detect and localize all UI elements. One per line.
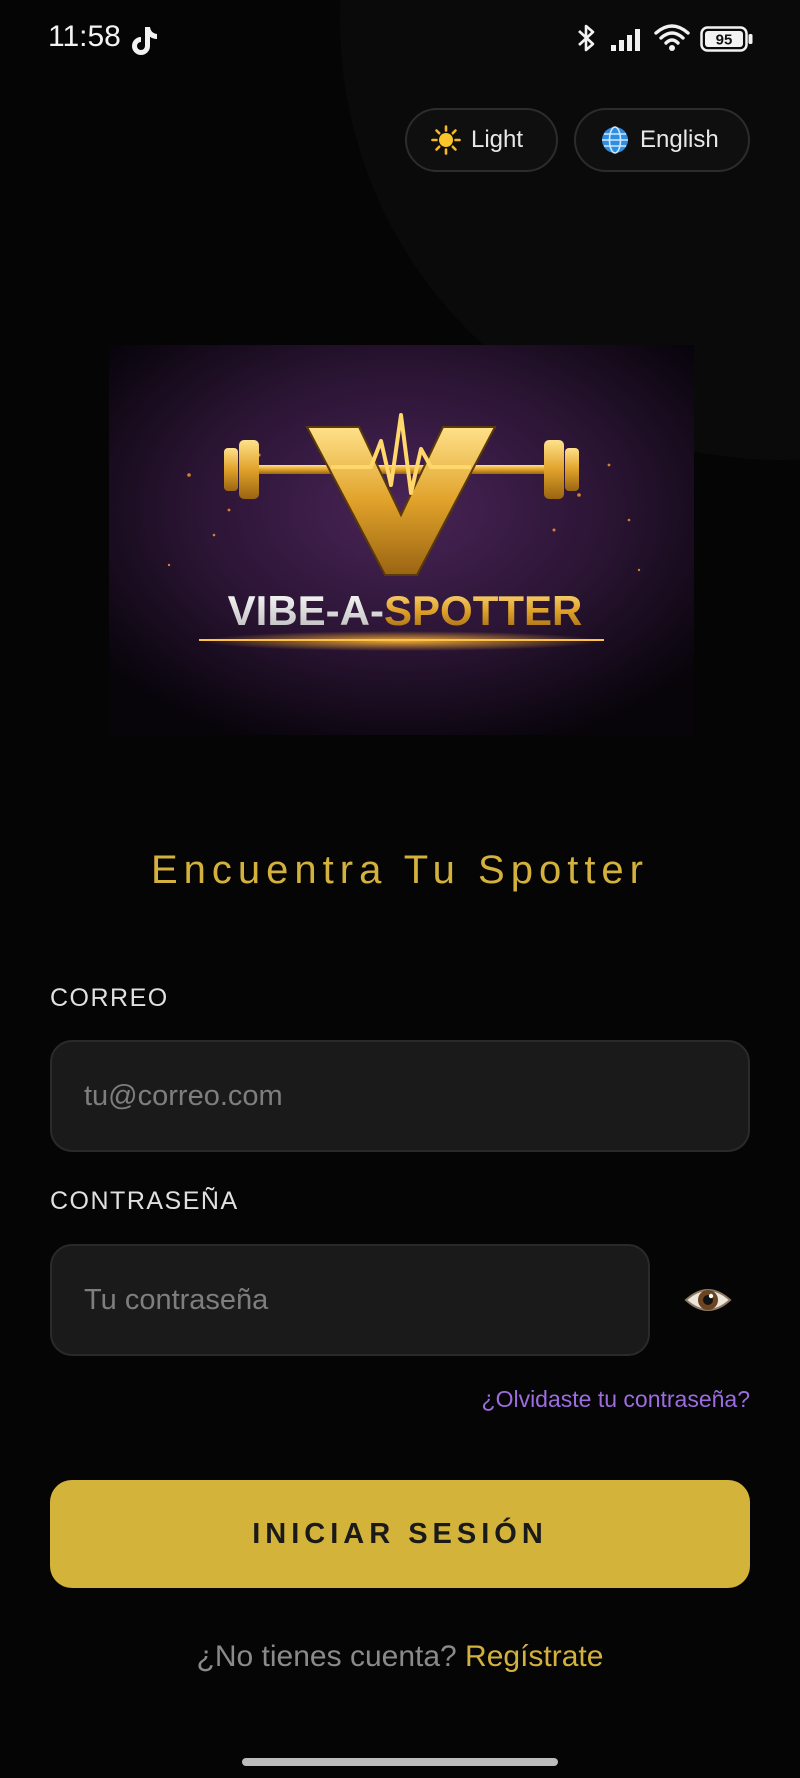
language-label: English: [640, 126, 719, 153]
tagline: Encuentra Tu Spotter: [150, 848, 649, 892]
status-time: 11:58: [48, 20, 121, 53]
logo-text-white: VIBE-A-: [228, 587, 384, 634]
bluetooth-icon: [578, 24, 595, 52]
eye-icon[interactable]: [683, 1276, 733, 1324]
battery-level: 95: [716, 32, 733, 49]
sun-icon: [431, 125, 461, 155]
logo-text-gold: SPOTTER: [384, 587, 582, 634]
battery-icon: 95: [700, 26, 753, 52]
signup-row: ¿No tienes cuenta? Regístrate: [0, 1640, 800, 1674]
signal-icon: [611, 29, 640, 51]
login-screen: 11:58 95 Light English VIBE-A- SPOTTER E…: [0, 0, 800, 1778]
password-field[interactable]: [50, 1244, 650, 1356]
globe-icon: [602, 126, 628, 154]
theme-label: Light: [471, 126, 524, 153]
wifi-icon: [654, 24, 690, 51]
signup-prompt: ¿No tienes cuenta?: [196, 1640, 466, 1673]
email-field[interactable]: [50, 1040, 750, 1152]
tiktok-icon: [132, 27, 157, 55]
language-selector-button[interactable]: English: [574, 108, 750, 172]
vibe-a-spotter-logo: VIBE-A- SPOTTER: [109, 345, 694, 735]
status-bar: 11:58 95: [0, 0, 800, 76]
home-indicator[interactable]: [242, 1758, 558, 1766]
signup-link[interactable]: Regístrate: [465, 1640, 603, 1673]
forgot-password-link[interactable]: ¿Olvidaste tu contraseña?: [482, 1386, 750, 1413]
login-button[interactable]: INICIAR SESIÓN: [50, 1480, 750, 1588]
theme-toggle-button[interactable]: Light: [405, 108, 558, 172]
email-label: CORREO: [50, 984, 169, 1012]
password-label: CONTRASEÑA: [50, 1187, 239, 1215]
